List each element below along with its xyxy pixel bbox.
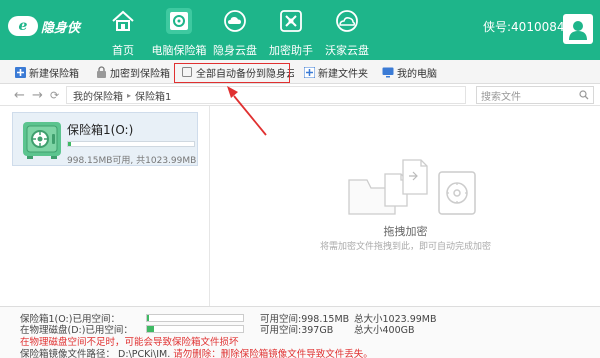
search-input[interactable]: 搜索文件 — [476, 86, 594, 104]
vault-item[interactable]: 保险箱1(O:) 998.15MB可用, 共1023.99MB — [12, 112, 198, 166]
delete-hint: 请勿删除：删除保险箱镜像文件导致文件丢失。 — [173, 349, 373, 358]
new-vault-label: 新建保险箱 — [29, 68, 79, 80]
plus-icon — [14, 66, 26, 78]
my-computer-button[interactable]: 我的电脑 — [382, 62, 437, 82]
search-icon[interactable] — [579, 90, 589, 100]
highlight-box — [174, 63, 290, 83]
image-path[interactable]: D:\PCKi\IM. — [118, 349, 170, 358]
address-bar: ← → ⟳ 我的保险箱 ▸ 保险箱1 搜索文件 — [0, 84, 600, 106]
drop-hint: 将需加密文件拖拽到此，即可自动完成加密 — [319, 242, 491, 252]
disk-total: 总大小400GB — [354, 325, 415, 336]
image-path-label: 保险箱镜像文件路径： — [20, 349, 116, 358]
safe-icon — [23, 122, 61, 159]
breadcrumb-separator: ▸ — [127, 90, 132, 100]
nav-computer-vault[interactable]: 电脑保险箱 — [151, 6, 207, 58]
user-id: 侠号:40100844 — [483, 20, 573, 34]
vault-used-fill — [147, 315, 150, 321]
my-computer-label: 我的电脑 — [397, 68, 437, 80]
monitor-icon — [382, 66, 394, 78]
encrypt-to-vault-label: 加密到保险箱 — [110, 68, 170, 80]
forward-arrow-icon[interactable]: → — [32, 88, 43, 103]
status-panel: 保险箱1(O:)已用空间： 可用空间:998.15MB 总大小1023.99MB… — [0, 306, 600, 358]
vault-used-bar — [146, 314, 244, 322]
avatar[interactable] — [563, 14, 593, 44]
new-folder-label: 新建文件夹 — [318, 68, 368, 80]
user-icon — [569, 21, 587, 40]
image-path-row: 保险箱镜像文件路径： D:\PCKi\IM. 请勿删除：删除保险箱镜像文件导致文… — [20, 346, 373, 358]
new-folder-icon — [303, 66, 315, 78]
nav-encrypt-helper-label: 加密助手 — [269, 44, 313, 57]
vault-size-text: 998.15MB可用, 共1023.99MB — [67, 156, 197, 166]
main-nav: 首页 电脑保险箱 隐身云盘 加密助手 沃家云盘 — [95, 6, 375, 58]
breadcrumb: 我的保险箱 ▸ 保险箱1 — [66, 86, 466, 104]
encrypt-to-vault-button[interactable]: 加密到保险箱 — [95, 62, 170, 82]
nav-home[interactable]: 首页 — [95, 6, 151, 58]
nav-stealth-cloud[interactable]: 隐身云盘 — [207, 6, 263, 58]
cloud-icon — [222, 8, 248, 34]
toolbar: 新建保险箱 加密到保险箱 全部自动备份到隐身云盘 新建文件夹 我的电脑 — [0, 60, 600, 84]
logo-mark: e — [8, 16, 38, 36]
nav-computer-vault-label: 电脑保险箱 — [151, 44, 207, 57]
home-icon — [110, 8, 136, 34]
new-vault-button[interactable]: 新建保险箱 — [14, 62, 79, 82]
drop-title: 拖拽加密 — [383, 225, 428, 238]
nav-stealth-cloud-label: 隐身云盘 — [213, 44, 257, 57]
nav-wojia-cloud[interactable]: 沃家云盘 — [319, 6, 375, 58]
logo-text: 隐身侠 — [41, 20, 81, 36]
lock-icon — [95, 66, 107, 78]
app-header: e 隐身侠 首页 电脑保险箱 隐身云盘 加密助手 沃家云盘 侠号:4010084… — [0, 0, 600, 60]
drag-encrypt-illustration — [348, 159, 476, 215]
vault-name: 保险箱1(O:) — [67, 123, 134, 137]
disk-used-fill — [147, 326, 154, 332]
refresh-icon[interactable]: ⟳ — [50, 89, 59, 102]
search-placeholder: 搜索文件 — [481, 91, 521, 103]
vault-usage-fill — [68, 142, 72, 146]
vault-usage-bar — [67, 141, 195, 147]
nav-wojia-cloud-label: 沃家云盘 — [325, 44, 369, 57]
disk-used-bar — [146, 325, 244, 333]
back-arrow-icon[interactable]: ← — [14, 88, 25, 103]
tools-icon — [278, 8, 304, 34]
vault-list: 保险箱1(O:) 998.15MB可用, 共1023.99MB — [0, 106, 210, 306]
nav-home-label: 首页 — [112, 44, 134, 57]
new-folder-button[interactable]: 新建文件夹 — [303, 62, 368, 82]
disk-available: 可用空间:397GB — [260, 325, 334, 336]
safe-icon — [166, 8, 192, 34]
breadcrumb-current[interactable]: 保险箱1 — [135, 88, 171, 103]
nav-encrypt-helper[interactable]: 加密助手 — [263, 6, 319, 58]
app-logo: e 隐身侠 — [8, 16, 80, 36]
cloud-house-icon — [334, 8, 360, 34]
breadcrumb-root[interactable]: 我的保险箱 — [73, 88, 123, 103]
file-area[interactable]: 拖拽加密 将需加密文件拖拽到此，即可自动完成加密 — [211, 106, 600, 306]
